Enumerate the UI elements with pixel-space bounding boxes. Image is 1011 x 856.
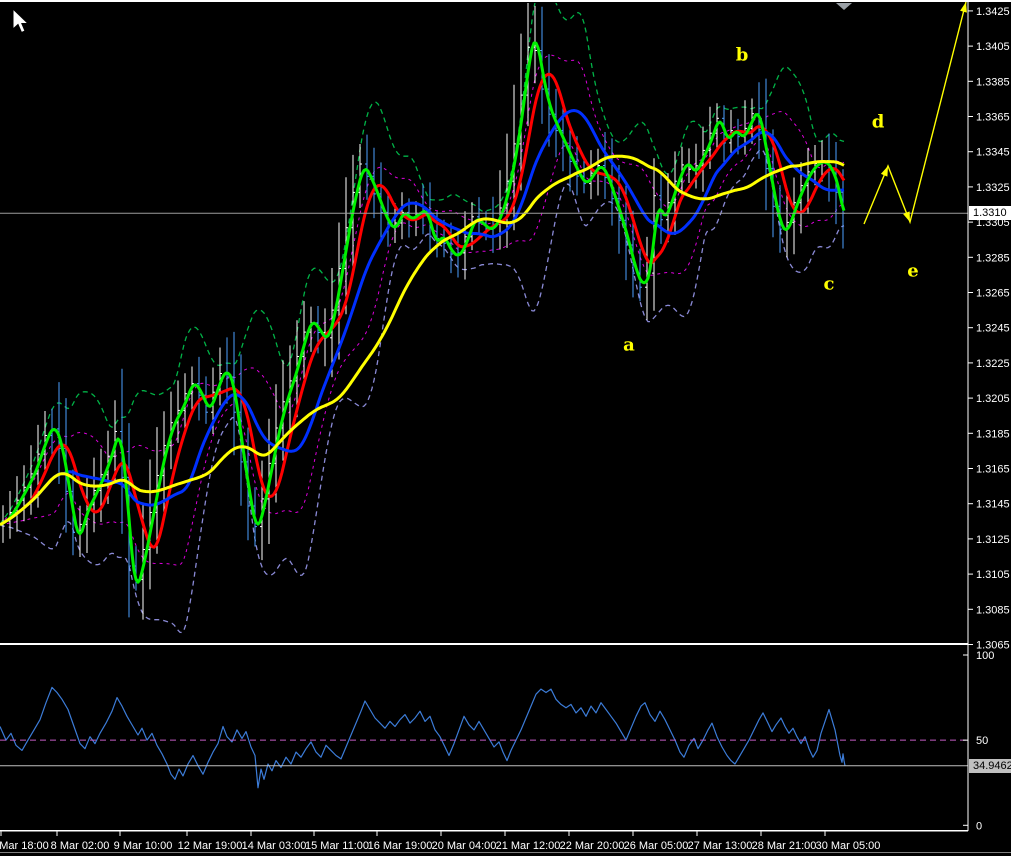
price-tick-label: 1.3085 (976, 604, 1010, 616)
current-price-label: 1.3310 (969, 206, 1011, 220)
time-tick-label: 15 Mar 11:00 (305, 840, 369, 852)
price-tick-label: 1.3325 (976, 182, 1010, 194)
main-chart-panel (0, 0, 845, 633)
trading-chart-window: 1.3425 1.3405 1.3385 1.3365 1.3345 1.3325 1.33… (0, 0, 1011, 856)
price-tick-label: 1.3205 (976, 393, 1010, 405)
rsi-panel (0, 687, 845, 787)
price-tick-label: 1.3185 (976, 428, 1010, 440)
lower-band-line (0, 150, 844, 633)
rsi-tick-label: 100 (976, 650, 994, 662)
top-border (0, 0, 1011, 2)
rsi-line (0, 687, 845, 787)
wave-label-c[interactable]: c (824, 274, 835, 295)
time-tick-label: 9 Mar 10:00 (114, 840, 173, 852)
price-tick-label: 1.3145 (976, 499, 1010, 511)
time-tick-label: 20 Mar 04:00 (432, 840, 497, 852)
cursor-pointer (13, 9, 28, 33)
wave-label-a[interactable]: a (623, 335, 635, 356)
wave-label-e[interactable]: e (907, 261, 918, 282)
rsi-tick-label: 50 (976, 735, 988, 747)
price-tick-label: 1.3265 (976, 288, 1010, 300)
price-tick-label: 1.3165 (976, 463, 1010, 475)
wave-label-b[interactable]: b (736, 45, 749, 66)
chart-shift-marker (836, 3, 852, 10)
bottom-rule (0, 852, 1011, 853)
price-tick-label: 1.3405 (976, 41, 1010, 53)
price-tick-label: 1.3365 (976, 112, 1010, 124)
time-tick-label: Mar 18:00 (0, 840, 49, 852)
price-tick-label: 1.3125 (976, 534, 1010, 546)
time-tick-label: 14 Mar 03:00 (242, 840, 307, 852)
time-tick-label: 12 Mar 19:00 (178, 840, 243, 852)
wave-label-d[interactable]: d (872, 112, 885, 133)
rsi-bottom-border (0, 830, 968, 832)
chart-plot-area[interactable]: 1.3425 1.3405 1.3385 1.3365 1.3345 1.3325 1.33… (0, 0, 1011, 856)
price-tick-label: 1.3425 (976, 6, 1010, 18)
time-tick-label: 28 Mar 21:00 (752, 840, 817, 852)
time-tick-label: 26 Mar 05:00 (624, 840, 689, 852)
price-tick-label: 1.3225 (976, 358, 1010, 370)
price-tick-label: 1.3345 (976, 147, 1010, 159)
ma-fast-line (0, 43, 844, 582)
time-tick-label: 27 Mar 13:00 (688, 840, 753, 852)
price-tick-label: 1.3285 (976, 252, 1010, 264)
price-tick-label: 1.3385 (976, 76, 1010, 88)
time-tick-label: 21 Mar 12:00 (496, 840, 561, 852)
candlestick-layer (1, 2, 845, 619)
time-tick-label: 30 Mar 05:00 (816, 840, 881, 852)
time-tick-label: 22 Mar 20:00 (560, 840, 625, 852)
time-tick-label: 8 Mar 02:00 (51, 840, 110, 852)
price-tick-label: 1.3245 (976, 323, 1010, 335)
projection-arrowhead (960, 2, 967, 13)
ma-slow-line (0, 111, 844, 525)
panel-separator (0, 643, 968, 645)
rsi-value-label: 34.9462 (969, 759, 1011, 773)
projection-arrowhead (881, 166, 888, 177)
time-tick-label: 16 Mar 19:00 (368, 840, 433, 852)
rsi-tick-label: 0 (976, 820, 982, 832)
price-tick-label: 1.3105 (976, 569, 1010, 581)
